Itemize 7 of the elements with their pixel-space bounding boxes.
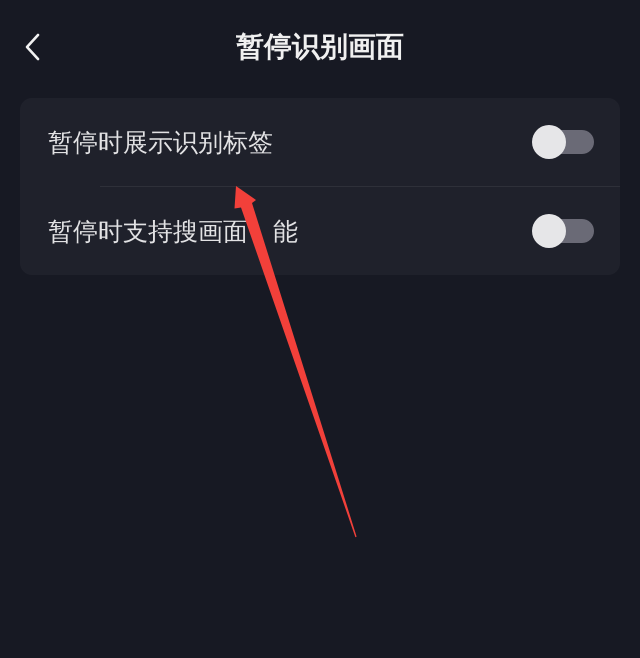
- back-icon[interactable]: [24, 33, 40, 61]
- setting-label: 暂停时展示识别标签: [48, 126, 273, 158]
- label-fragment: 能: [273, 216, 298, 248]
- toggle-switch[interactable]: [532, 214, 594, 248]
- toggle-switch[interactable]: [532, 125, 594, 159]
- setting-label: 暂停时支持搜画面: [48, 216, 248, 248]
- page-title: 暂停识别画面: [236, 29, 404, 65]
